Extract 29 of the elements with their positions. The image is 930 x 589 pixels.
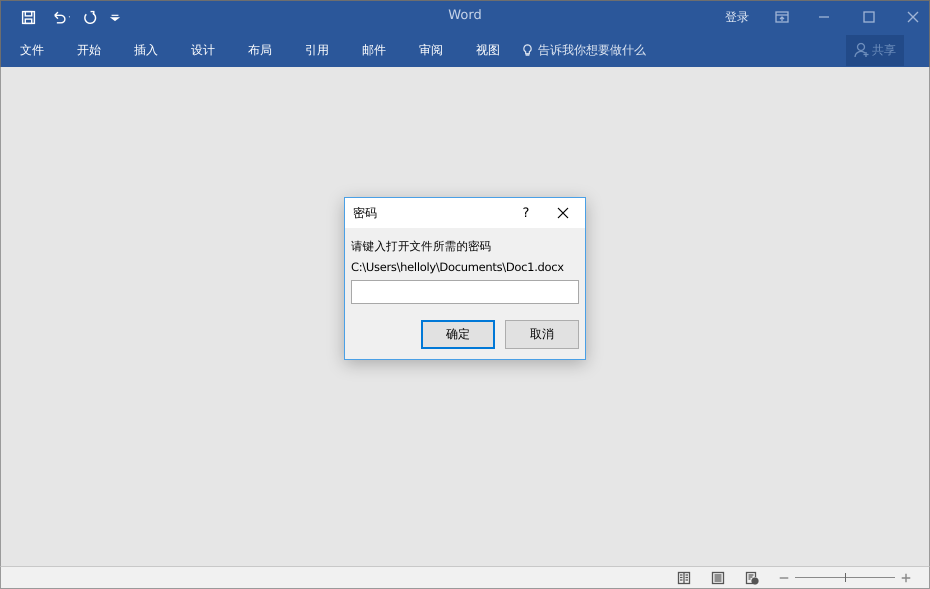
ribbon-tab[interactable]: 插入 bbox=[124, 42, 168, 58]
redo-icon[interactable] bbox=[82, 10, 97, 24]
ribbon-display-icon[interactable] bbox=[775, 10, 789, 24]
sign-in-link[interactable]: 登录 bbox=[725, 8, 749, 26]
read-mode-icon[interactable] bbox=[677, 570, 691, 584]
ribbon-tab[interactable]: 邮件 bbox=[352, 42, 396, 58]
prompt-text: 请键入打开文件所需的密码 bbox=[351, 238, 492, 255]
print-layout-icon[interactable] bbox=[711, 570, 725, 584]
tell-me-field[interactable]: 告诉我你想要做什么 bbox=[538, 42, 646, 58]
lightbulb-icon[interactable] bbox=[521, 43, 534, 57]
ribbon-tab[interactable]: 开始 bbox=[67, 42, 111, 58]
close-icon bbox=[557, 207, 569, 219]
save-icon[interactable] bbox=[21, 10, 36, 24]
window-title: Word bbox=[448, 8, 482, 23]
dialog-button[interactable]: 取消 bbox=[505, 320, 579, 349]
password-field[interactable] bbox=[351, 280, 579, 304]
web-layout-icon[interactable] bbox=[745, 570, 759, 584]
help-button[interactable]: ? bbox=[511, 206, 541, 220]
ribbon-tab[interactable]: 设计 bbox=[181, 42, 225, 58]
zoom-in-icon[interactable] bbox=[901, 572, 911, 582]
dialog-button[interactable]: 确定 bbox=[421, 320, 495, 349]
ribbon-tab[interactable]: 视图 bbox=[466, 42, 510, 58]
ribbon-tab[interactable]: 引用 bbox=[295, 42, 339, 58]
ribbon-tab[interactable]: 布局 bbox=[238, 42, 282, 58]
dialog-title: 密码 bbox=[353, 204, 378, 222]
ribbon-tab[interactable]: 文件 bbox=[10, 42, 54, 58]
file-path: C:\Users\helloly\Documents\Doc1.docx bbox=[351, 259, 565, 276]
person-add-icon bbox=[854, 42, 870, 58]
ribbon-tab[interactable]: 审阅 bbox=[409, 42, 453, 58]
